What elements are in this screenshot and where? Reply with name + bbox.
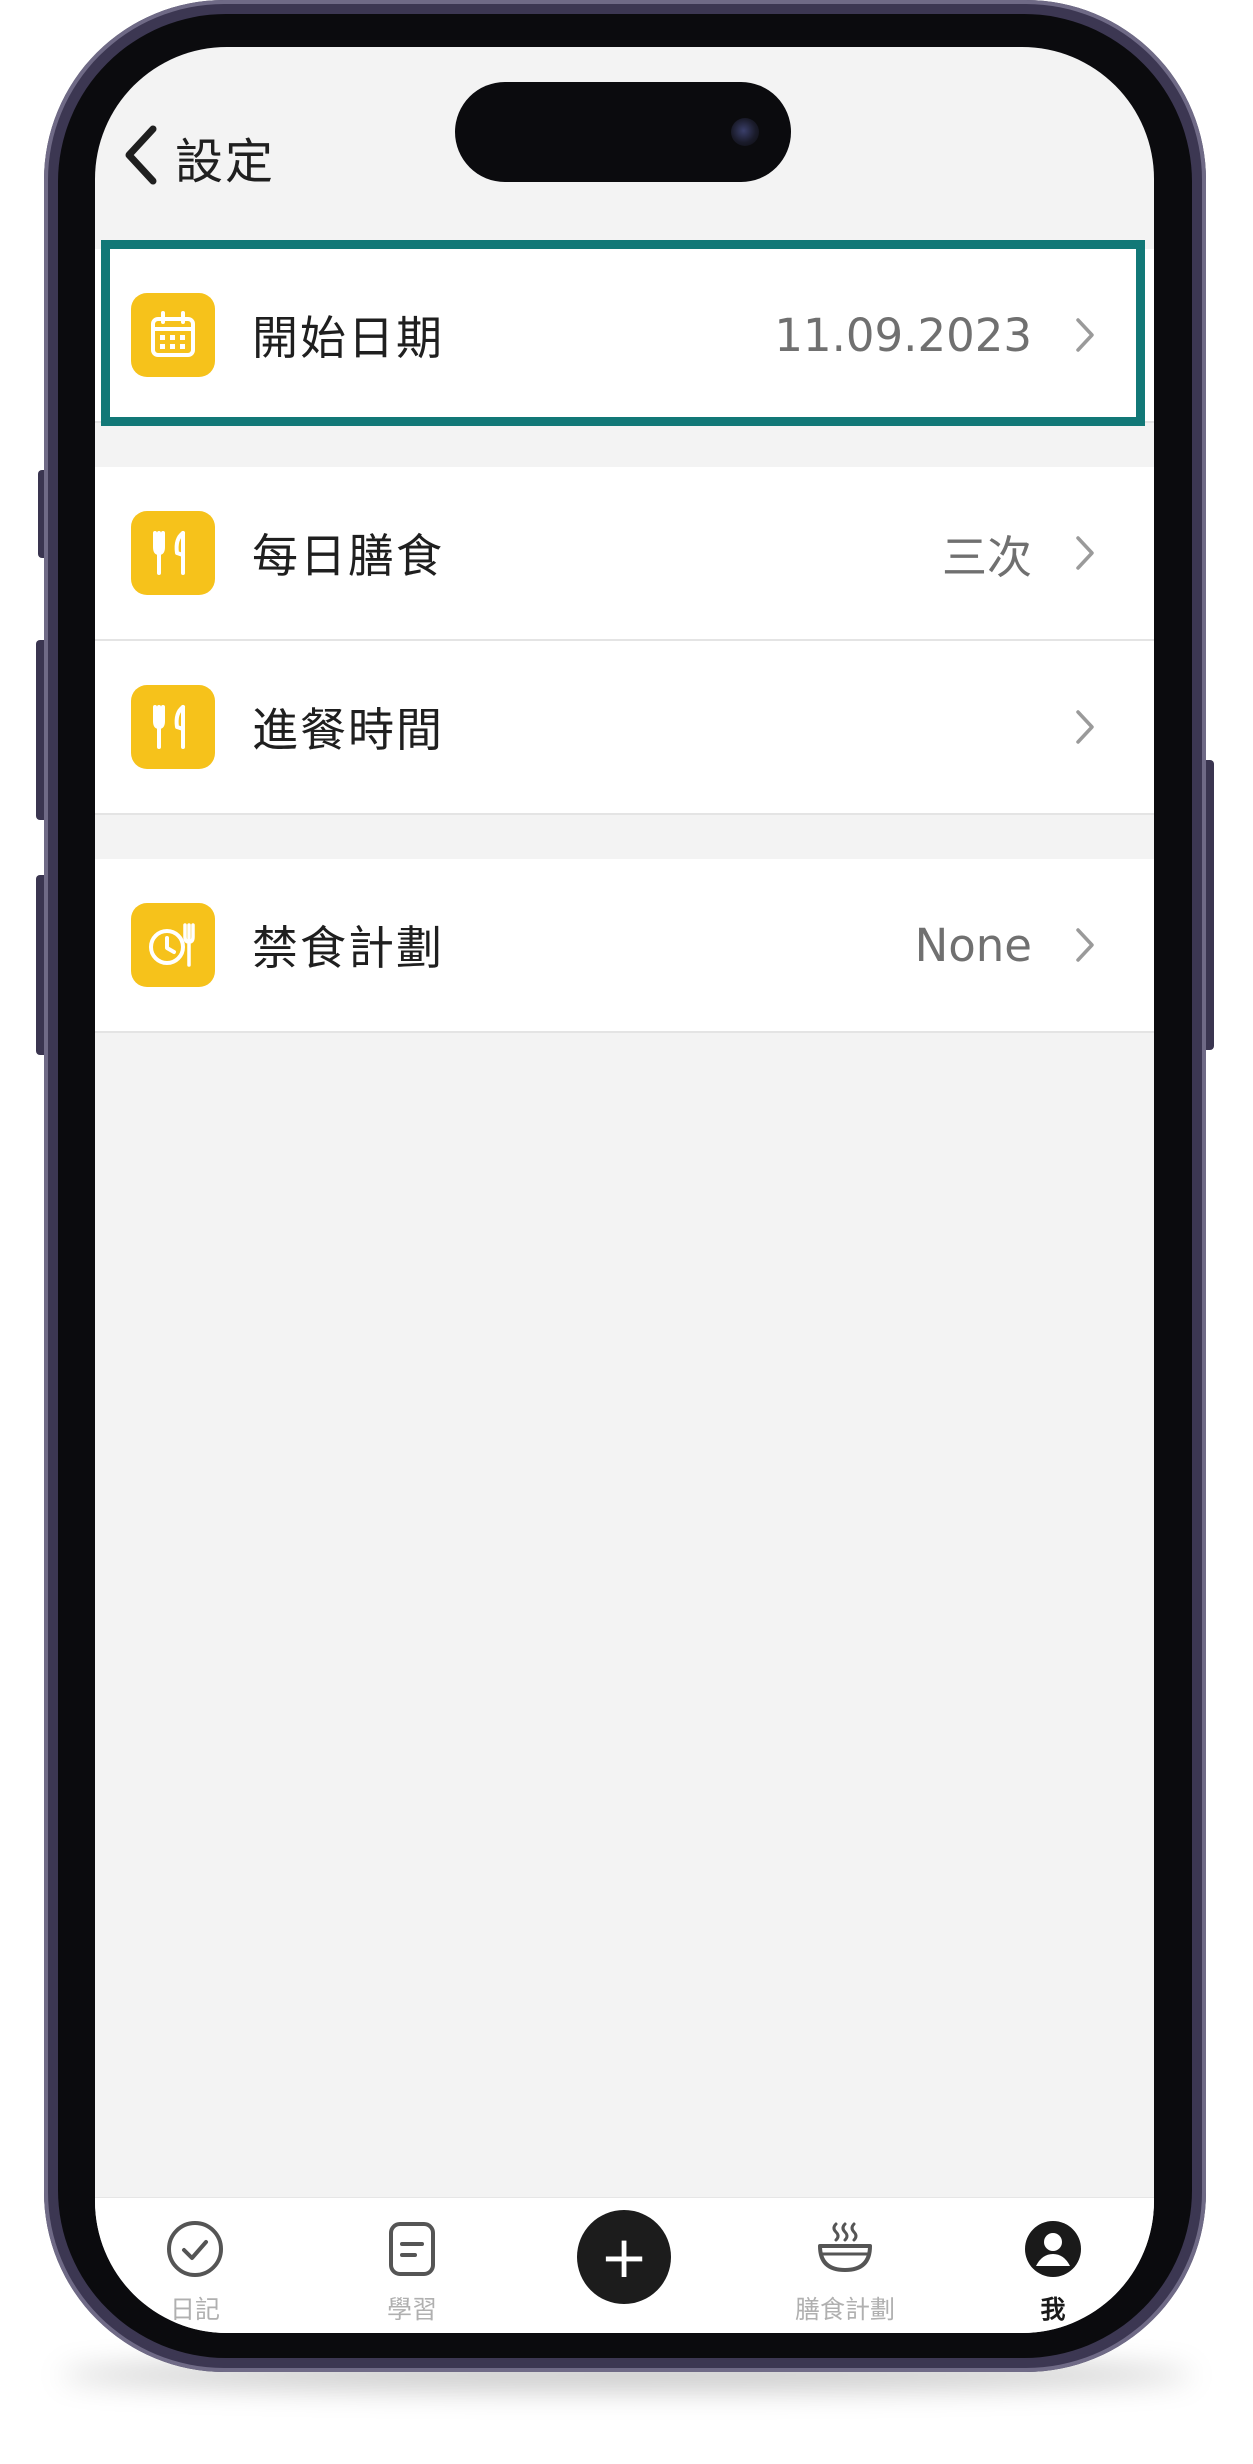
row-label: 每日膳食 (252, 529, 444, 583)
tab-label: 膳食計劃 (794, 2295, 895, 2324)
page-title: 設定 (175, 134, 276, 190)
settings-section-start: 開始日期 11.09.2023 (95, 249, 1154, 423)
add-button[interactable]: + (577, 2210, 671, 2304)
tab-label: 學習 (386, 2295, 437, 2324)
settings-row-fasting-plan[interactable]: 禁食計劃 None (95, 859, 1154, 1033)
settings-row-meal-times[interactable]: 進餐時間 (95, 641, 1154, 815)
camera-lens (731, 118, 759, 146)
settings-section-fasting: 禁食計劃 None (95, 859, 1154, 1033)
fork-knife-icon (131, 685, 215, 769)
settings-section-meals: 每日膳食 三次 進餐時間 (95, 467, 1154, 815)
row-value: None (914, 918, 1032, 972)
tab-meal-plan[interactable]: 膳食計劃 (765, 2218, 925, 2326)
check-circle-icon (115, 2218, 275, 2280)
chevron-right-icon (1076, 536, 1094, 570)
tab-learn[interactable]: 學習 (332, 2218, 492, 2326)
row-value: 11.09.2023 (774, 308, 1032, 362)
tab-me[interactable]: 我 (973, 2218, 1133, 2326)
user-icon (973, 2218, 1133, 2280)
settings-row-start-date[interactable]: 開始日期 11.09.2023 (95, 249, 1154, 423)
note-icon (332, 2218, 492, 2280)
tab-bar: 日記 學習 + 膳食計劃 我 (95, 2197, 1154, 2333)
back-button[interactable]: 設定 (119, 117, 275, 197)
row-value: 三次 (941, 530, 1032, 584)
row-label: 進餐時間 (252, 703, 444, 757)
screen: 設定 開始日期 11.09.2023 每日膳食 三次 進餐時間 禁食計劃 Non… (95, 47, 1154, 2333)
clock-fork-icon (131, 903, 215, 987)
fork-knife-icon (131, 511, 215, 595)
tab-label: 我 (1040, 2295, 1066, 2324)
tab-diary[interactable]: 日記 (115, 2218, 275, 2326)
tab-label: 日記 (169, 2295, 220, 2324)
row-label: 禁食計劃 (252, 921, 444, 975)
chevron-right-icon (1076, 710, 1094, 744)
plus-icon: + (599, 2223, 649, 2291)
steaming-bowl-icon (765, 2218, 925, 2280)
chevron-right-icon (1076, 928, 1094, 962)
row-label: 開始日期 (252, 311, 444, 365)
dynamic-island (455, 82, 791, 182)
chevron-right-icon (1076, 318, 1094, 352)
chevron-left-icon (119, 123, 161, 191)
settings-row-daily-meals[interactable]: 每日膳食 三次 (95, 467, 1154, 641)
calendar-icon (131, 293, 215, 377)
